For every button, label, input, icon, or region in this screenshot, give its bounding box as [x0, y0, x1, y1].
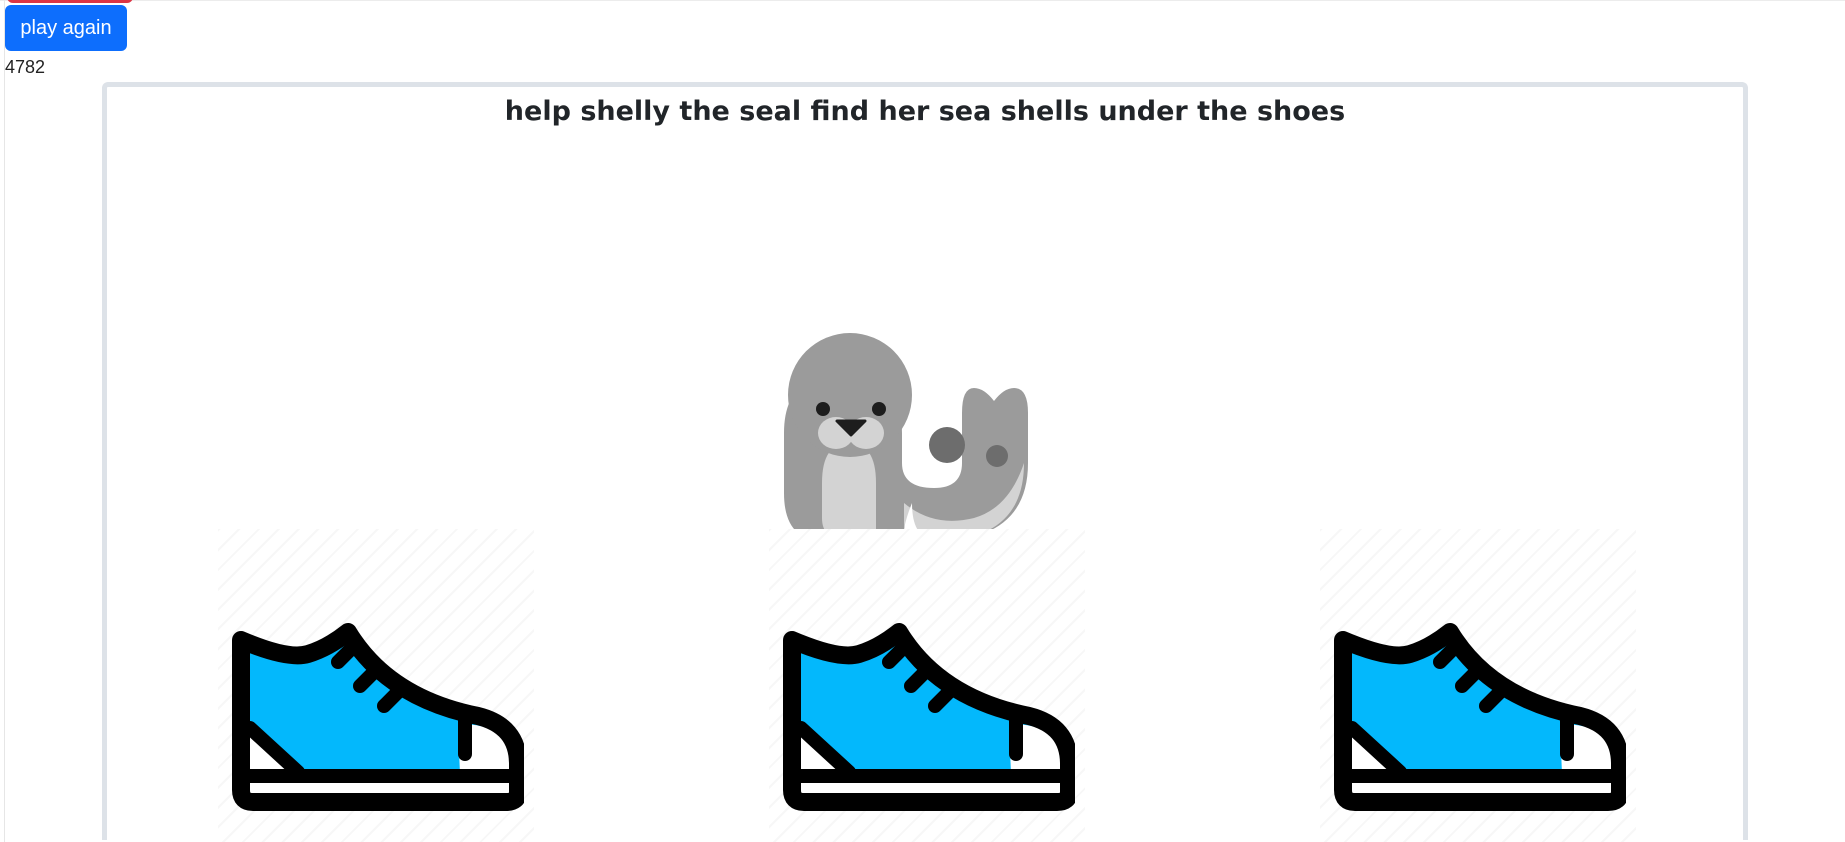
left-divider	[4, 0, 5, 842]
sneaker-icon	[1334, 623, 1626, 811]
sneaker-icon	[232, 623, 524, 811]
game-page: play again 4782 help shelly the seal fin…	[0, 0, 1845, 842]
red-tab-indicator	[7, 0, 133, 3]
shoe-cup-3[interactable]	[1320, 529, 1636, 842]
sneaker-icon	[783, 623, 1075, 811]
game-board: help shelly the seal find her sea shells…	[102, 82, 1748, 842]
seal-icon	[784, 313, 1084, 545]
score-counter: 4782	[5, 57, 46, 77]
shoe-cup-1[interactable]	[218, 529, 534, 842]
shoe-cup-2[interactable]	[769, 529, 1085, 842]
top-divider	[0, 0, 1845, 1]
play-again-button[interactable]: play again	[5, 5, 127, 51]
game-title: help shelly the seal find her sea shells…	[504, 96, 1346, 127]
